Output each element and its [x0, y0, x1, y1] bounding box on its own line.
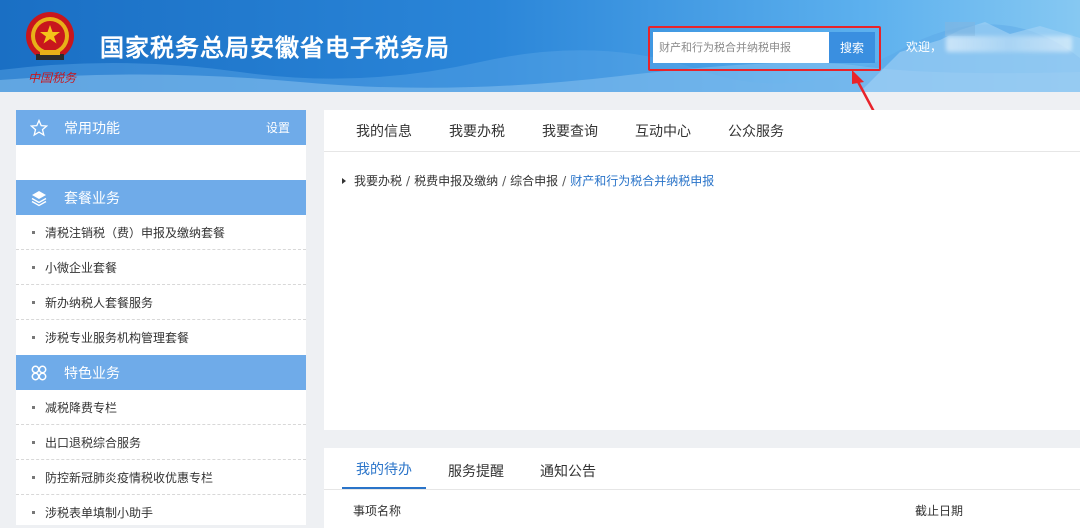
- site-header: 中国税务 国家税务总局安徽省电子税务局 搜索 欢迎，: [0, 0, 1080, 92]
- breadcrumb-item[interactable]: 税费申报及缴纳: [414, 172, 498, 189]
- bullet-icon: [32, 440, 35, 444]
- tab-query[interactable]: 我要查询: [542, 121, 598, 141]
- bullet-icon: [32, 510, 35, 514]
- sidebar-head-special-label: 特色业务: [64, 365, 120, 382]
- layers-icon: [30, 189, 48, 207]
- sidebar-head-special[interactable]: 特色业务: [16, 355, 306, 390]
- breadcrumb-item[interactable]: 我要办税: [354, 172, 402, 189]
- user-name-blurred: [946, 36, 1072, 52]
- sidebar-item-label: 防控新冠肺炎疫情税收优惠专栏: [45, 470, 214, 485]
- tab-interaction-center[interactable]: 互动中心: [635, 121, 691, 141]
- sidebar-item-label: 减税降费专栏: [45, 400, 118, 415]
- sidebar-item-label: 清税注销税（费）申报及缴纳套餐: [45, 225, 226, 240]
- breadcrumb-separator: /: [502, 173, 507, 188]
- tab-public-service[interactable]: 公众服务: [728, 121, 784, 141]
- sidebar-item-package-2[interactable]: 新办纳税人套餐服务: [16, 285, 306, 320]
- sidebar-item-package-0[interactable]: 清税注销税（费）申报及缴纳套餐: [16, 215, 306, 250]
- sidebar-item-package-3[interactable]: 涉税专业服务机构管理套餐: [16, 320, 306, 355]
- sidebar: 常用功能 设置 套餐业务 清税注销税（费）申报及缴纳套餐 小微企业套餐 新办纳税…: [16, 110, 306, 525]
- tab-my-todo[interactable]: 我的待办: [342, 459, 426, 489]
- bullet-icon: [32, 230, 35, 234]
- breadcrumb-separator: /: [562, 173, 567, 188]
- tab-service-reminder[interactable]: 服务提醒: [434, 461, 518, 489]
- todo-panel: 我的待办 服务提醒 通知公告 事项名称 截止日期: [324, 448, 1080, 528]
- bullet-icon: [32, 336, 35, 339]
- top-nav: 我的信息 我要办税 我要查询 互动中心 公众服务: [324, 110, 1080, 152]
- bullet-icon: [32, 300, 35, 304]
- tab-my-info[interactable]: 我的信息: [356, 121, 412, 141]
- welcome-text: 欢迎，: [906, 40, 943, 54]
- breadcrumb-separator: /: [406, 173, 411, 188]
- todo-tabs: 我的待办 服务提醒 通知公告: [324, 448, 1080, 490]
- sidebar-head-common-label: 常用功能: [64, 120, 120, 137]
- breadcrumb: 我要办税 / 税费申报及缴纳 / 综合申报 / 财产和行为税合并纳税申报: [342, 172, 714, 189]
- sidebar-item-label: 出口退税综合服务: [45, 435, 142, 450]
- star-icon: [30, 118, 48, 137]
- clover-icon: [30, 364, 48, 382]
- sidebar-item-special-0[interactable]: 减税降费专栏: [16, 390, 306, 425]
- sidebar-head-package-label: 套餐业务: [64, 190, 120, 207]
- search-highlight-box: [648, 26, 881, 71]
- sidebar-item-special-1[interactable]: 出口退税综合服务: [16, 425, 306, 460]
- bullet-icon: [32, 475, 35, 479]
- breadcrumb-current: 财产和行为税合并纳税申报: [570, 174, 715, 188]
- tab-tax-handling[interactable]: 我要办税: [449, 121, 505, 141]
- sidebar-head-package[interactable]: 套餐业务: [16, 180, 306, 215]
- sidebar-item-label: 涉税表单填制小助手: [45, 505, 154, 520]
- site-title: 国家税务总局安徽省电子税务局: [100, 34, 450, 62]
- sidebar-head-common[interactable]: 常用功能 设置: [16, 110, 306, 145]
- sidebar-item-special-2[interactable]: 防控新冠肺炎疫情税收优惠专栏: [16, 460, 306, 495]
- tax-emblem-logo: 中国税务: [22, 8, 84, 88]
- sidebar-item-package-1[interactable]: 小微企业套餐: [16, 250, 306, 285]
- sidebar-item-label: 涉税专业服务机构管理套餐: [45, 331, 190, 345]
- breadcrumb-item[interactable]: 综合申报: [510, 172, 558, 189]
- caret-right-icon: [342, 177, 346, 184]
- bullet-icon: [32, 265, 35, 269]
- column-header-name: 事项名称: [353, 504, 402, 518]
- bullet-icon: [32, 405, 35, 409]
- column-header-deadline: 截止日期: [915, 504, 964, 518]
- emblem-caption: 中国税务: [28, 71, 77, 85]
- tab-notice[interactable]: 通知公告: [526, 461, 610, 489]
- main-panel: 我的信息 我要办税 我要查询 互动中心 公众服务 我要办税 / 税费申报及缴纳 …: [324, 110, 1080, 430]
- sidebar-item-label: 新办纳税人套餐服务: [45, 295, 154, 310]
- common-functions-area: [16, 145, 306, 180]
- sidebar-item-special-3[interactable]: 涉税表单填制小助手: [16, 495, 306, 525]
- settings-link[interactable]: 设置: [266, 119, 290, 136]
- sidebar-item-label: 小微企业套餐: [45, 260, 118, 275]
